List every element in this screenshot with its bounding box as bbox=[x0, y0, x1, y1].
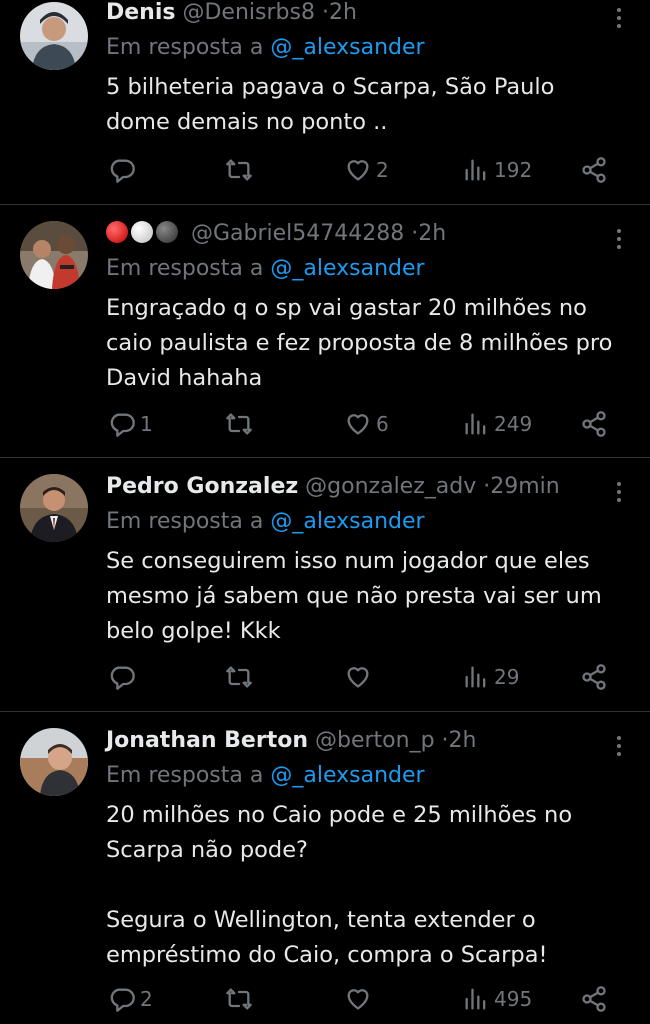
like-button[interactable]: 2 bbox=[344, 153, 389, 187]
heart-icon bbox=[347, 667, 369, 688]
retweet-button[interactable] bbox=[225, 153, 253, 187]
heart-icon bbox=[347, 414, 369, 435]
share-button[interactable] bbox=[580, 153, 608, 187]
retweet-button[interactable] bbox=[225, 660, 253, 694]
reply-button[interactable] bbox=[108, 153, 140, 187]
reply-prefix: Em resposta a bbox=[106, 763, 264, 788]
timestamp[interactable]: 2h bbox=[418, 221, 446, 246]
views-icon bbox=[465, 159, 486, 181]
more-options-icon[interactable] bbox=[610, 477, 628, 507]
reply-context: Em resposta a @_alexsander bbox=[106, 33, 425, 63]
views-button[interactable]: 29 bbox=[462, 660, 519, 694]
reply-context: Em resposta a @_alexsander bbox=[106, 507, 425, 537]
views-button[interactable]: 192 bbox=[462, 153, 532, 187]
share-button[interactable] bbox=[580, 982, 608, 1016]
user-handle[interactable]: @Denisrbs8 bbox=[182, 0, 314, 25]
view-count: 249 bbox=[494, 412, 533, 436]
reply-button[interactable] bbox=[108, 660, 140, 694]
heart-icon bbox=[347, 989, 369, 1010]
tweet-text: Se conseguirem isso num jogador que eles… bbox=[106, 548, 602, 644]
views-icon bbox=[465, 413, 486, 435]
share-icon bbox=[582, 664, 606, 690]
view-count: 192 bbox=[494, 158, 533, 182]
retweet-icon bbox=[226, 413, 252, 435]
tweet[interactable]: @Gabriel54744288 ·2h Em resposta a @_ale… bbox=[0, 205, 650, 458]
action-bar: 2 495 bbox=[0, 982, 650, 1016]
share-button[interactable] bbox=[580, 660, 608, 694]
mention-link[interactable]: @_alexsander bbox=[270, 763, 424, 788]
views-icon bbox=[465, 988, 486, 1010]
tweet-text: 20 milhões no Caio pode e 25 milhões no … bbox=[106, 802, 573, 968]
reply-prefix: Em resposta a bbox=[106, 509, 264, 534]
avatar[interactable] bbox=[20, 474, 88, 542]
reply-context: Em resposta a @_alexsander bbox=[106, 761, 425, 791]
share-icon bbox=[582, 986, 606, 1012]
name-emoji bbox=[106, 221, 178, 243]
retweet-icon bbox=[226, 666, 252, 688]
reply-icon bbox=[110, 988, 135, 1012]
avatar[interactable] bbox=[20, 2, 88, 70]
tweet-text: 5 bilheteria pagava o Scarpa, São Paulo … bbox=[106, 74, 555, 135]
retweet-icon bbox=[226, 159, 252, 181]
like-button[interactable]: 6 bbox=[344, 407, 389, 441]
timestamp[interactable]: 2h bbox=[449, 728, 477, 753]
reply-count: 2 bbox=[140, 987, 153, 1011]
display-name[interactable]: Denis bbox=[106, 0, 175, 25]
tweet[interactable]: Denis @Denisrbs8 ·2h Em resposta a @_ale… bbox=[0, 0, 650, 205]
separator-dot: · bbox=[441, 728, 449, 753]
reply-icon bbox=[110, 413, 135, 437]
like-count: 2 bbox=[376, 158, 389, 182]
mention-link[interactable]: @_alexsander bbox=[270, 35, 424, 60]
mention-link[interactable]: @_alexsander bbox=[270, 256, 424, 281]
share-button[interactable] bbox=[580, 407, 608, 441]
reply-count: 1 bbox=[140, 412, 153, 436]
display-name[interactable]: Jonathan Berton bbox=[106, 728, 308, 753]
user-handle[interactable]: @gonzalez_adv bbox=[305, 474, 476, 499]
share-icon bbox=[582, 157, 606, 183]
like-button[interactable] bbox=[344, 982, 376, 1016]
tweet-text: Engraçado q o sp vai gastar 20 milhões n… bbox=[106, 295, 613, 391]
share-icon bbox=[582, 411, 606, 437]
white-circle-icon bbox=[131, 221, 153, 243]
views-icon bbox=[465, 666, 486, 688]
view-count: 495 bbox=[494, 987, 533, 1011]
action-bar: 1 6 249 bbox=[0, 407, 650, 441]
action-bar: 2 192 bbox=[0, 153, 650, 187]
reply-button[interactable]: 2 bbox=[108, 982, 153, 1016]
reply-icon bbox=[110, 159, 135, 183]
retweet-icon bbox=[226, 988, 252, 1010]
user-handle[interactable]: @Gabriel54744288 bbox=[191, 221, 404, 246]
mention-link[interactable]: @_alexsander bbox=[270, 509, 424, 534]
view-count: 29 bbox=[494, 665, 520, 689]
like-count: 6 bbox=[376, 412, 389, 436]
reply-icon bbox=[110, 666, 135, 690]
timestamp[interactable]: 29min bbox=[490, 474, 559, 499]
more-options-icon[interactable] bbox=[610, 3, 628, 33]
timestamp[interactable]: 2h bbox=[329, 0, 357, 25]
separator-dot: · bbox=[321, 0, 329, 25]
avatar[interactable] bbox=[20, 728, 88, 796]
black-circle-icon bbox=[156, 221, 178, 243]
reply-context: Em resposta a @_alexsander bbox=[106, 254, 425, 284]
views-button[interactable]: 249 bbox=[462, 407, 532, 441]
heart-icon bbox=[347, 160, 369, 181]
reply-prefix: Em resposta a bbox=[106, 256, 264, 281]
reply-prefix: Em resposta a bbox=[106, 35, 264, 60]
like-button[interactable] bbox=[344, 660, 376, 694]
tweet[interactable]: Pedro Gonzalez @gonzalez_adv ·29min Em r… bbox=[0, 458, 650, 712]
avatar[interactable] bbox=[20, 221, 88, 289]
more-options-icon[interactable] bbox=[610, 224, 628, 254]
action-bar: 29 bbox=[0, 660, 650, 694]
views-button[interactable]: 495 bbox=[462, 982, 532, 1016]
more-options-icon[interactable] bbox=[610, 731, 628, 761]
retweet-button[interactable] bbox=[225, 982, 253, 1016]
tweet[interactable]: Jonathan Berton @berton_p ·2h Em respost… bbox=[0, 712, 650, 1024]
user-handle[interactable]: @berton_p bbox=[315, 728, 435, 753]
retweet-button[interactable] bbox=[225, 407, 253, 441]
reply-button[interactable]: 1 bbox=[108, 407, 153, 441]
display-name[interactable]: Pedro Gonzalez bbox=[106, 474, 298, 499]
red-circle-icon bbox=[106, 221, 128, 243]
